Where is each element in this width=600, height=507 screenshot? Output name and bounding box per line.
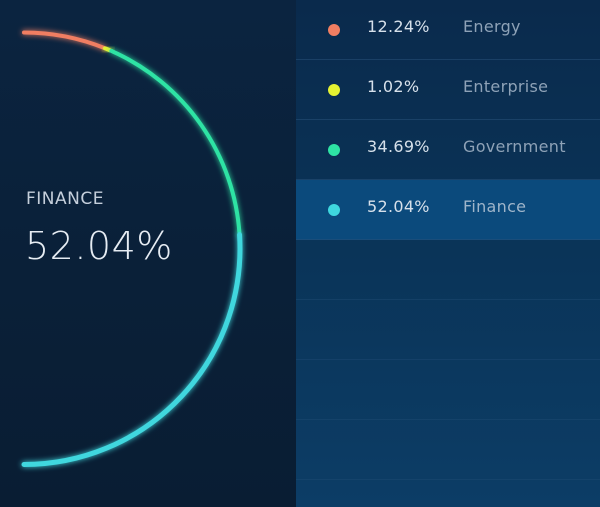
selected-segment-label: FINANCE <box>26 189 104 209</box>
chart-panel: FINANCE 52.04% <box>0 0 296 507</box>
arc-segment-finance[interactable] <box>21 232 243 467</box>
legend-percent: 52.04% <box>367 197 430 216</box>
legend-percent: 12.24% <box>367 17 430 36</box>
selected-segment-value: 52.04% <box>25 224 173 268</box>
legend-row-enterprise[interactable]: 1.02% Enterprise <box>296 60 600 120</box>
legend-name: Finance <box>463 197 527 216</box>
legend-panel: 12.24% Energy 1.02% Enterprise 34.69% Go… <box>296 0 600 507</box>
legend-name: Government <box>463 137 566 156</box>
legend-dot-icon <box>328 24 340 36</box>
dashboard-widget: FINANCE 52.04% 12.24% Energy 1.02% Enter… <box>0 0 600 507</box>
empty-row-lines <box>296 240 600 507</box>
legend-name: Energy <box>463 17 521 36</box>
legend-row-government[interactable]: 34.69% Government <box>296 120 600 180</box>
legend-percent: 34.69% <box>367 137 430 156</box>
legend-dot-icon <box>328 204 340 216</box>
arc-segment-government[interactable] <box>109 48 242 237</box>
legend-percent: 1.02% <box>367 77 420 96</box>
legend-dot-icon <box>328 84 340 96</box>
legend-name: Enterprise <box>463 77 549 96</box>
arc-segment-energy[interactable] <box>22 30 108 51</box>
legend-dot-icon <box>328 144 340 156</box>
legend-row-energy[interactable]: 12.24% Energy <box>296 0 600 60</box>
legend-row-finance[interactable]: 52.04% Finance <box>296 180 600 240</box>
